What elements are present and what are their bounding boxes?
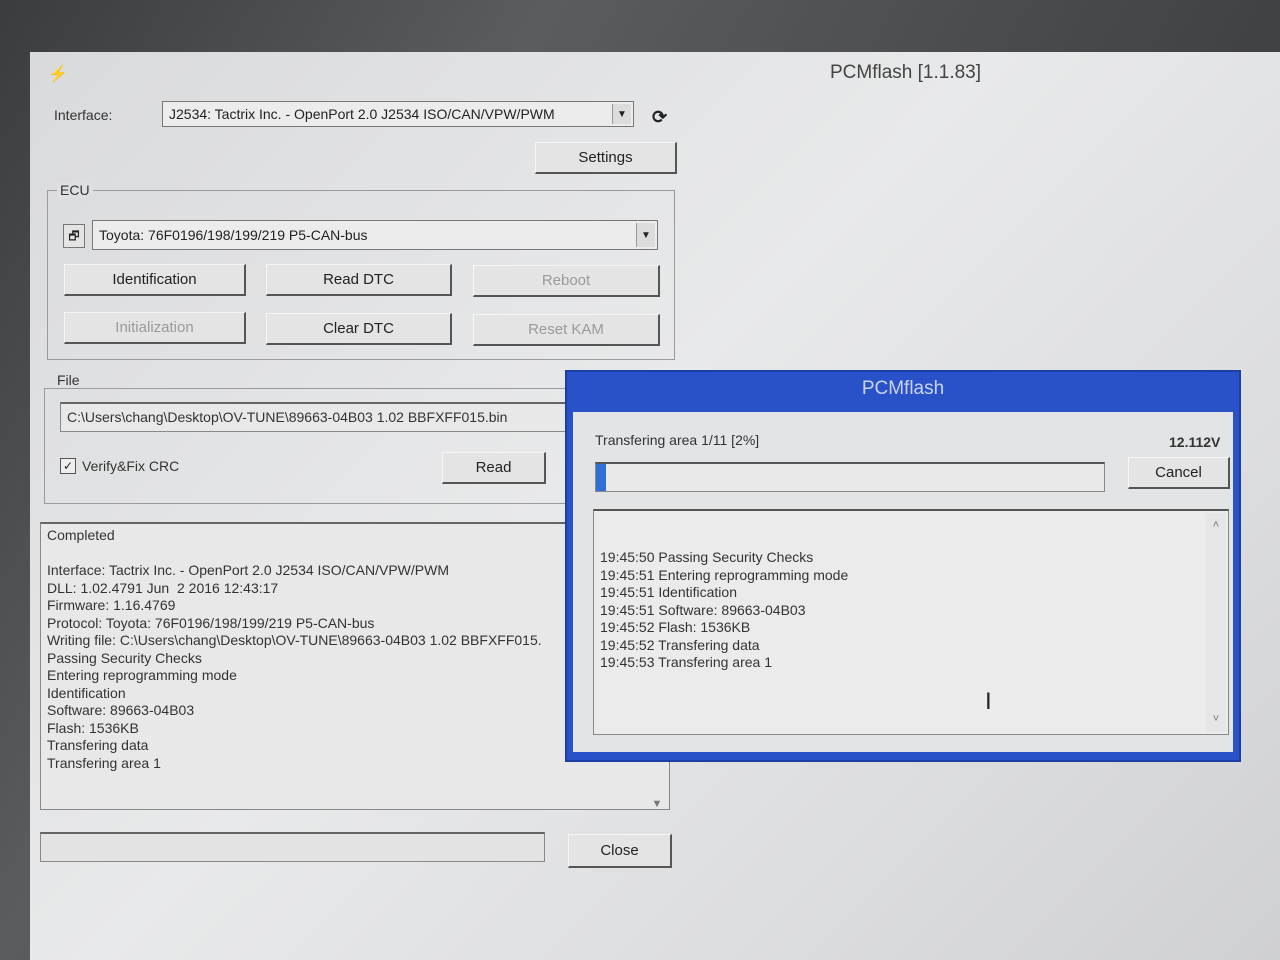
chevron-down-icon[interactable]: ▼ <box>647 796 667 809</box>
log-line: 19:45:53 Transfering area 1 <box>600 654 773 670</box>
chevron-down-icon[interactable]: ▼ <box>612 104 631 124</box>
app-lightning-icon: ⚡ <box>48 66 68 83</box>
log-line: 19:45:51 Identification <box>600 584 737 600</box>
file-path-value: C:\Users\chang\Desktop\OV-TUNE\89663-04B… <box>67 409 508 425</box>
log-line: 19:45:52 Transfering data <box>600 636 760 653</box>
clear-dtc-button[interactable]: Clear DTC <box>266 313 452 345</box>
close-button[interactable]: Close <box>568 834 672 868</box>
verify-crc-checkbox[interactable]: ✓ <box>60 458 76 474</box>
title-bar: ⚡ PCMflash [1.1.83] <box>30 52 1280 92</box>
text-cursor-icon: I <box>985 688 992 715</box>
interface-select[interactable]: J2534: Tactrix Inc. - OpenPort 2.0 J2534… <box>162 101 634 127</box>
interface-label: Interface: <box>54 107 113 123</box>
window-title: PCMflash [1.1.83] <box>830 62 982 83</box>
dialog-log[interactable]: 19:45:50 Passing Security Checks 19:45:51… <box>593 509 1229 735</box>
dialog-log-scrollbar[interactable]: ˄ ˅ <box>1206 513 1226 732</box>
voltage-readout: 12.112V <box>1169 434 1221 450</box>
refresh-icon[interactable]: ⟳ <box>652 107 667 128</box>
log-line: 19:45:51 Software: 89663-04B03 <box>600 601 806 618</box>
ecu-group-label: ECU <box>57 182 93 198</box>
ecu-select-value: Toyota: 76F0196/198/199/219 P5-CAN-bus <box>99 227 368 243</box>
log-line: 19:45:51 Entering reprogramming mode <box>600 566 849 583</box>
dialog-title: PCMflash <box>861 378 945 399</box>
initialization-button[interactable]: Initialization <box>64 312 246 344</box>
chevron-up-icon[interactable]: ˄ <box>1206 517 1226 535</box>
reboot-button[interactable]: Reboot <box>473 265 660 297</box>
screen: ⚡ PCMflash [1.1.83] Interface: J2534: Ta… <box>30 52 1280 960</box>
transfer-status: Transfering area 1/11 [2%] <box>595 432 760 448</box>
read-button[interactable]: Read <box>442 452 546 484</box>
ecu-select[interactable]: Toyota: 76F0196/198/199/219 P5-CAN-bus ▼ <box>92 220 658 250</box>
log-line: 19:45:52 Flash: 1536KB <box>600 619 751 635</box>
log-line: 19:45:50 Passing Security Checks <box>600 549 814 565</box>
interface-select-value: J2534: Tactrix Inc. - OpenPort 2.0 J2534… <box>169 106 555 122</box>
settings-button[interactable]: Settings <box>535 142 677 174</box>
dialog-log-lines: 19:45:50 Passing Security Checks 19:45:51… <box>600 549 1222 672</box>
verify-crc-label: Verify&Fix CRC <box>82 458 180 474</box>
identification-button[interactable]: Identification <box>64 264 246 296</box>
read-dtc-button[interactable]: Read DTC <box>266 264 452 296</box>
file-group-label: File <box>54 372 83 388</box>
bottom-progress-bar <box>40 832 545 862</box>
progress-fill <box>596 464 607 491</box>
transfer-progress-bar <box>595 462 1105 492</box>
cancel-button[interactable]: Cancel <box>1128 457 1230 489</box>
file-path-field[interactable]: C:\Users\chang\Desktop\OV-TUNE\89663-04B… <box>60 402 600 432</box>
window-icon[interactable]: 🗗 <box>63 224 85 248</box>
chevron-down-icon[interactable]: ▼ <box>636 223 655 247</box>
dialog-body: Transfering area 1/11 [2%] 12.112V Cance… <box>573 412 1233 752</box>
chevron-down-icon[interactable]: ˅ <box>1206 711 1226 729</box>
reset-kam-button[interactable]: Reset KAM <box>473 314 660 346</box>
flash-dialog: PCMflash Transfering area 1/11 [2%] 12.1… <box>565 370 1241 762</box>
